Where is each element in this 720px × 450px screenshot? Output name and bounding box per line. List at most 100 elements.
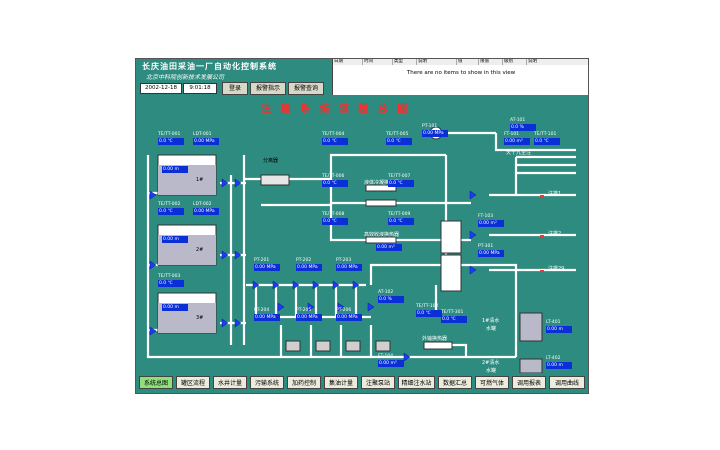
valve[interactable] [149,326,157,336]
instrument-tag[interactable]: TE/TT-001 0.0 ℃ [158,131,184,146]
valve[interactable] [469,190,477,200]
tag-name: FT-102 [376,238,392,243]
instrument-tag[interactable]: PT-205 0.00 MPa [296,307,322,322]
nav-button[interactable]: 调用报表 [512,376,546,389]
tag-name: PT-204 [254,308,270,313]
instrument-tag[interactable]: TE/TT-005 0.0 ℃ [386,131,412,146]
branch-29-label: 注排29 [548,266,565,272]
tag-value: 0.00 MPa [193,208,219,215]
alarm-col-desc[interactable]: 说明 [417,59,457,65]
water-tank-1[interactable] [519,312,543,342]
instrument-tag[interactable]: PT-101 0.00 MPa [422,123,448,138]
nav-button[interactable]: 水井计量 [213,376,247,389]
water-tank-2-level: LT-402 0.00 m [546,355,572,370]
instrument-tag[interactable]: PT-206 0.00 MPa [336,307,362,322]
alarm-query-button[interactable]: 报警查询 [288,82,324,95]
instrument-tag[interactable]: TE/TT-003 0.0 ℃ [158,273,184,288]
tag-name: TE/TT-001 [158,132,181,137]
alarm-col-time[interactable]: 时间 [363,59,393,65]
valve[interactable] [469,230,477,240]
instrument-tag[interactable]: PT-204 0.00 MPa [254,307,280,322]
alarm-col-level[interactable]: 级别 [503,59,527,65]
instrument-tag[interactable]: FT-104 0.00 m³ [378,353,404,368]
instrument-tag[interactable]: FT-102 0.00 m³ [376,237,402,252]
water-tank-2[interactable] [519,358,543,373]
instrument-tag[interactable]: PT-202 0.00 MPa [296,257,322,272]
instrument-tag[interactable]: LDT-001 0.00 MPa [193,131,219,146]
valve[interactable] [367,302,375,312]
instrument-tag[interactable]: TE/TT-301 0.0 ℃ [441,309,467,324]
alarm-col-date[interactable]: 日期 [333,59,363,65]
tag-name: TE/TT-301 [441,310,464,315]
instrument-tag[interactable]: PT-203 0.00 MPa [336,257,362,272]
pump-3[interactable] [345,340,361,352]
exchanger-mid[interactable] [365,199,397,207]
alarm-col-limit[interactable]: 限值 [479,59,503,65]
instrument-tag[interactable]: TE/TT-101 0.0 ℃ [534,131,560,146]
nav-button[interactable]: 精细注水站 [398,376,435,389]
alarm-col-note[interactable]: 说明 [527,59,588,65]
valve[interactable] [221,318,229,328]
instrument-tag[interactable]: PT-301 0.00 MPa [478,243,504,258]
exchanger-outlet-label: 外输换热器 [422,336,448,342]
tag-value: 0.0 ℃ [158,280,184,287]
alarm-indicator-button[interactable]: 报警指示 [250,82,286,95]
valve[interactable] [234,178,242,188]
nav-button[interactable]: 集油计量 [324,376,358,389]
instrument-tag[interactable]: AT-101 0.0 % [510,117,536,132]
tank-3-label: 3# [196,315,204,321]
nav-button[interactable]: 数据汇总 [438,376,472,389]
alarm-list[interactable]: 日期 时间 类型 说明 值 限值 级别 说明 There are no item… [332,59,588,95]
tag-value: 0.00 MPa [254,314,280,321]
instrument-tag[interactable]: TE/TT-009 0.0 ℃ [388,211,414,226]
nav-button[interactable]: 罐区流程 [176,376,210,389]
tank-2-label: 2# [196,247,204,253]
nav-button[interactable]: 可燃气体 [475,376,509,389]
tag-value: 0.0 % [378,296,404,303]
instrument-tag[interactable]: TE/TT-006 0.0 ℃ [322,173,348,188]
tag-value: 0.00 MPa [296,264,322,271]
login-button[interactable]: 登录 [222,82,248,95]
water-tank-1-word: 水罐 [486,326,497,332]
nav-button[interactable]: 调用曲线 [549,376,585,389]
valve[interactable] [221,250,229,260]
tag-value: 0.00 m³ [478,220,504,227]
instrument-tag[interactable]: TE/TT-007 0.0 ℃ [388,173,414,188]
valve[interactable] [149,260,157,270]
tag-name: PT-201 [254,258,270,263]
tag-name: TE/TT-102 [416,304,439,309]
instrument-tag[interactable]: TE/TT-102 0.0 ℃ [416,303,442,318]
instrument-tag[interactable]: TE/TT-004 0.0 ℃ [322,131,348,146]
instrument-tag[interactable]: FT-101 0.00 m³ [504,131,530,146]
alarm-col-type[interactable]: 类型 [393,59,417,65]
exchanger-outlet[interactable] [423,341,453,350]
nav-button[interactable]: 系统总图 [139,376,173,389]
valve[interactable] [234,318,242,328]
tag-value: 0.00 m³ [378,360,404,367]
alarm-col-value[interactable]: 值 [457,59,479,65]
valve[interactable] [469,265,477,275]
pump-1[interactable] [285,340,301,352]
pump-4[interactable] [375,340,391,352]
valve[interactable] [221,178,229,188]
valve[interactable] [234,250,242,260]
valve[interactable] [403,352,411,362]
pump-2[interactable] [315,340,331,352]
instrument-tag[interactable]: FT-103 0.00 m³ [478,213,504,228]
instrument-tag[interactable]: PT-201 0.00 MPa [254,257,280,272]
tag-value: 0.0 ℃ [534,138,560,145]
instrument-tag[interactable]: AT-102 0.0 % [378,289,404,304]
tag-value: 0.00 MPa [422,130,448,137]
instrument-tag[interactable]: TE/TT-002 0.0 ℃ [158,201,184,216]
nav-button[interactable]: 污输系统 [250,376,284,389]
nav-button[interactable]: 加药控制 [287,376,321,389]
vessel-2[interactable] [440,254,462,292]
separator[interactable] [260,174,290,186]
instrument-tag[interactable]: LDT-002 0.00 MPa [193,201,219,216]
water-tank-1-label: 1#清水 [482,318,500,324]
nav-button[interactable]: 注聚泵站 [361,376,395,389]
process-diagram: 注 输 系 统 流 程 总 图 分离器 液体冷凝换热器 高效收液换热器 外输换热… [136,95,588,374]
instrument-tag[interactable]: TE/TT-008 0.0 ℃ [322,211,348,226]
vessel-1[interactable] [440,220,462,254]
tag-name: TE/TT-009 [388,212,411,217]
